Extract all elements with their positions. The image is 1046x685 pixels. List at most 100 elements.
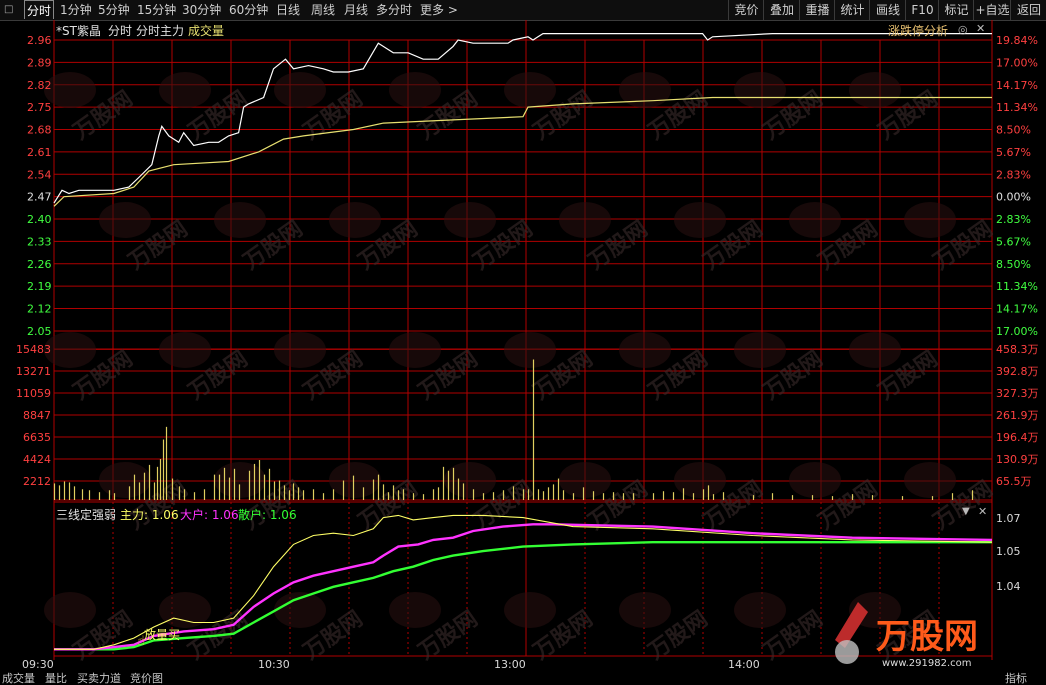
watermark-figure: [44, 592, 96, 628]
watermark-figure: [274, 332, 326, 368]
watermark-figure: [849, 332, 901, 368]
watermark-figure: [674, 462, 726, 498]
pct-tick-label: 8.50%: [996, 124, 1031, 137]
logo-url: www.291982.com: [882, 658, 972, 669]
watermark-layer: 万股网 万股网 万股网 万股网 万股网 万股网 万股网 万股网万股网 万股网 万股网 万股网 万股网万…: [44, 72, 998, 665]
indicator-dropdown-icon[interactable]: ▼: [962, 506, 970, 517]
limit-analysis-button[interactable]: 涨跌停分析: [888, 22, 948, 39]
period-tab-2[interactable]: 5分钟: [98, 0, 130, 20]
price-tick-label: 2.54: [27, 168, 52, 181]
price-tick-label: 2.75: [27, 101, 52, 114]
toolbar-button-6[interactable]: 标记: [938, 0, 974, 20]
period-tab-4[interactable]: 30分钟: [182, 0, 221, 20]
intraday-chart: 万股网 万股网 万股网 万股网 万股网 万股网 万股网 万股网万股网 万股网 万股网 万股网 万股网万…: [16, 20, 1039, 671]
period-tab-9[interactable]: 多分时: [376, 0, 412, 20]
volume-tick-label: 2212: [23, 475, 51, 488]
watermark-figure: [789, 202, 841, 238]
watermark-figure: [214, 202, 266, 238]
pct-tick-label: 2.83%: [996, 213, 1031, 226]
toolbar-button-8[interactable]: 返回: [1010, 0, 1046, 20]
toolbar-button-5[interactable]: F10: [905, 0, 939, 20]
period-toolbar: 分时 1分钟 5分钟 15分钟 30分钟 60分钟 日线 周线 月线 多分时 更多 > □ 竞价 叠加 重播…: [0, 0, 1046, 21]
watermark-figure: [444, 202, 496, 238]
volume-tick-label: 8847: [23, 409, 51, 422]
pct-tick-label: 11.34%: [996, 101, 1038, 114]
period-tab-8[interactable]: 月线: [344, 0, 368, 20]
period-tab-5[interactable]: 60分钟: [229, 0, 268, 20]
indicator-main-value: 主力: 1.06: [120, 508, 179, 522]
toolbar-button-7[interactable]: +自选: [973, 0, 1011, 20]
pct-tick-label: 14.17%: [996, 79, 1038, 92]
watermark-figure: [274, 72, 326, 108]
period-tab-7[interactable]: 周线: [311, 0, 335, 20]
price-tick-label: 2.19: [27, 280, 52, 293]
watermark-figure: [619, 72, 671, 108]
toolbar-button-3[interactable]: 统计: [834, 0, 870, 20]
period-tab-0[interactable]: 分时: [24, 0, 55, 19]
toolbar-button-1[interactable]: 叠加: [763, 0, 800, 20]
pct-tick-label: 0.00%: [996, 191, 1031, 204]
watermark-figure: [99, 462, 151, 498]
bottom-tab-2[interactable]: 买卖力道: [77, 673, 121, 684]
watermark-figure: [44, 332, 96, 368]
line-label-volume[interactable]: 成交量: [188, 22, 224, 39]
watermark-figure: [849, 72, 901, 108]
panel-settings-icon[interactable]: ◎: [958, 23, 968, 36]
volume-tick-label: 11059: [16, 387, 51, 400]
watermark-figure: [789, 462, 841, 498]
pct-tick-label: 5.67%: [996, 146, 1031, 159]
amount-tick-label: 327.3万: [996, 387, 1039, 400]
watermark-figure: [389, 72, 441, 108]
indicator-close-icon[interactable]: ✕: [978, 505, 987, 518]
bottom-tab-4[interactable]: 指标: [1005, 673, 1027, 684]
price-tick-label: 2.47: [27, 191, 52, 204]
indicator-name[interactable]: 三线定强弱: [56, 506, 116, 523]
toolbar-button-2[interactable]: 重播: [799, 0, 835, 20]
amount-tick-label: 458.3万: [996, 343, 1039, 356]
panel-close-icon[interactable]: ✕: [976, 22, 985, 35]
pct-tick-label: 19.84%: [996, 34, 1038, 47]
watermark-figure: [99, 202, 151, 238]
watermark-figure: [504, 332, 556, 368]
amount-tick-label: 65.5万: [996, 475, 1032, 488]
watermark-figure: [444, 462, 496, 498]
period-tab-10[interactable]: 更多 >: [420, 0, 458, 20]
period-tab-6[interactable]: 日线: [276, 0, 300, 20]
watermark-figure: [389, 332, 441, 368]
watermark-figure: [559, 202, 611, 238]
logo-text: 万股网: [876, 617, 978, 657]
stock-name: *ST紫晶: [56, 24, 101, 38]
line-label-main: 分时主力: [136, 24, 185, 38]
logo-mascot-icon: [835, 640, 859, 664]
watermark-figure: [329, 202, 381, 238]
indicator-retail-value: 散户: 1.06: [238, 508, 297, 522]
pct-tick-label: 17.00%: [996, 56, 1038, 69]
signal-label: 放量买: [144, 628, 181, 642]
pct-tick-label: 5.67%: [996, 235, 1031, 248]
bottom-tab-1[interactable]: 量比: [45, 673, 67, 684]
watermark-figure: [44, 72, 96, 108]
period-tab-3[interactable]: 15分钟: [137, 0, 176, 20]
price-tick-label: 2.68: [27, 124, 52, 137]
watermark-figure: [389, 592, 441, 628]
volume-tick-label: 4424: [23, 453, 51, 466]
time-axis-label: 09:30: [22, 658, 54, 671]
watermark-figure: [504, 72, 556, 108]
period-tab-1[interactable]: 1分钟: [60, 0, 92, 20]
toolbar-button-0[interactable]: 竞价: [728, 0, 764, 20]
watermark-figure: [159, 72, 211, 108]
watermark-figure: [619, 332, 671, 368]
watermark-figure: [674, 202, 726, 238]
toolbar-button-4[interactable]: 画线: [869, 0, 906, 20]
watermark-figure: [734, 332, 786, 368]
watermark-figure: [734, 592, 786, 628]
volume-tick-label: 6635: [23, 431, 51, 444]
window-icon[interactable]: □: [4, 0, 13, 20]
pct-tick-label: 2.83%: [996, 168, 1031, 181]
bottom-tab-3[interactable]: 竞价图: [130, 673, 163, 684]
watermark-figure: [559, 462, 611, 498]
price-tick-label: 2.33: [27, 235, 52, 248]
pct-tick-label: 11.34%: [996, 280, 1038, 293]
bottom-tab-0[interactable]: 成交量: [2, 673, 35, 684]
watermark-figure: [504, 592, 556, 628]
